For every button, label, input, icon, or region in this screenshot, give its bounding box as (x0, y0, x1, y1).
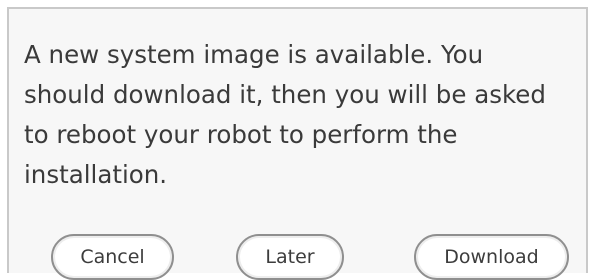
update-dialog: A new system image is available. You sho… (7, 7, 588, 280)
download-button[interactable]: Download (414, 234, 569, 280)
later-button[interactable]: Later (236, 234, 344, 280)
cancel-button[interactable]: Cancel (51, 234, 174, 280)
update-message: A new system image is available. You sho… (24, 40, 546, 189)
